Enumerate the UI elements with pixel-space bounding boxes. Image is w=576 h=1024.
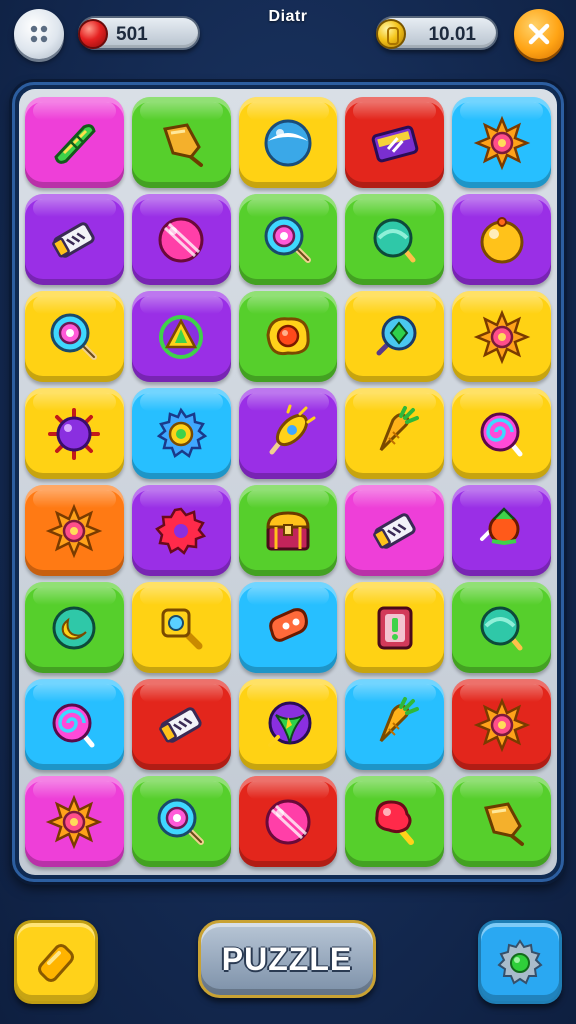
level-title: Diatr [268, 8, 308, 25]
puzzle-board [19, 89, 557, 875]
swirl-pop-icon [472, 404, 532, 464]
board-tile[interactable] [345, 194, 445, 285]
orange-ball-icon [472, 210, 532, 270]
board-tile[interactable] [345, 291, 445, 382]
treasure-chest-icon [258, 501, 318, 561]
puzzle-button-label: PUZZLE [221, 941, 353, 977]
menu-button[interactable] [14, 9, 64, 59]
board-tile[interactable] [452, 776, 551, 867]
sun-flower-icon [472, 695, 532, 755]
moon-orb-icon [44, 598, 104, 658]
board-tile[interactable] [238, 388, 338, 479]
sun-flower-icon [472, 113, 532, 173]
close-button[interactable] [514, 9, 564, 59]
carrot-candy-icon [365, 695, 425, 755]
settings-button[interactable] [478, 920, 562, 1004]
lives-value: 501 [116, 24, 148, 45]
board-tile[interactable] [452, 388, 551, 479]
candy-bar-icon [44, 210, 104, 270]
board-tile[interactable] [25, 388, 124, 479]
candy-icon [38, 944, 74, 982]
board-tile[interactable] [25, 776, 124, 867]
board-tile[interactable] [452, 291, 551, 382]
sun-flower-icon [44, 501, 104, 561]
top-hud: 501 Diatr 10.01 [0, 0, 576, 70]
board-tile[interactable] [25, 194, 124, 285]
board-tile[interactable] [345, 388, 445, 479]
board-tile[interactable] [452, 97, 551, 188]
carrot-candy-icon [365, 404, 425, 464]
board-tile[interactable] [452, 582, 551, 673]
board-tile[interactable] [131, 388, 231, 479]
board-tile[interactable] [25, 679, 124, 770]
orange-blob-icon [258, 307, 318, 367]
board-tile[interactable] [238, 485, 338, 576]
gear-ring-icon [151, 404, 211, 464]
board-tile[interactable] [25, 97, 124, 188]
board-tile[interactable] [452, 194, 551, 285]
board-tile[interactable] [238, 194, 338, 285]
board-tile[interactable] [238, 776, 338, 867]
puzzle-button[interactable]: PUZZLE [198, 920, 376, 998]
board-tile[interactable] [345, 485, 445, 576]
gummy-bear-icon [258, 598, 318, 658]
board-tile[interactable] [25, 582, 124, 673]
red-gem-icon [78, 19, 108, 49]
board-tile[interactable] [131, 485, 231, 576]
candy-box-icon [365, 113, 425, 173]
triangle-gem-icon [151, 307, 211, 367]
menu-dots-icon [30, 25, 48, 43]
round-candy-icon [365, 210, 425, 270]
spiky-ball-icon [44, 404, 104, 464]
coins-value: 10.01 [428, 24, 476, 45]
board-tile[interactable] [131, 97, 231, 188]
board-tile[interactable] [131, 194, 231, 285]
sun-flower-icon [44, 792, 104, 852]
lives-counter: 501 [78, 16, 200, 50]
round-candy-icon [472, 598, 532, 658]
swirl-pop-icon [44, 695, 104, 755]
striped-ball-icon [151, 210, 211, 270]
board-tile[interactable] [238, 582, 338, 673]
gem-arrow-icon [151, 113, 211, 173]
candy-bar-icon [151, 695, 211, 755]
gem-arrow-icon [472, 792, 532, 852]
red-gear-icon [151, 501, 211, 561]
board-tile[interactable] [131, 776, 231, 867]
lollipop-icon [151, 792, 211, 852]
turtle-candy-icon [472, 501, 532, 561]
ice-cream-icon [365, 792, 425, 852]
board-tile[interactable] [25, 291, 124, 382]
board-tile[interactable] [345, 776, 445, 867]
striped-ball-icon [258, 792, 318, 852]
board-tile[interactable] [238, 679, 338, 770]
coins-counter: 10.01 [376, 16, 498, 50]
board-tile[interactable] [345, 97, 445, 188]
block-candy-icon [365, 598, 425, 658]
board-tile[interactable] [345, 582, 445, 673]
board-tile[interactable] [452, 679, 551, 770]
candy-button[interactable] [14, 920, 98, 1004]
gem-wand-icon [365, 307, 425, 367]
sun-flower-icon [472, 307, 532, 367]
lollipop-icon [258, 210, 318, 270]
pearl-ball-icon [258, 113, 318, 173]
candy-bar-icon [365, 501, 425, 561]
board-tile[interactable] [131, 582, 231, 673]
close-icon [528, 23, 550, 45]
board-tile[interactable] [345, 679, 445, 770]
rocket-candy-icon [258, 404, 318, 464]
board-tile[interactable] [131, 679, 231, 770]
board-tile[interactable] [452, 485, 551, 576]
coin-icon [376, 19, 406, 49]
magnifier-icon [151, 598, 211, 658]
board-tile[interactable] [25, 485, 124, 576]
leaf-tag-icon [44, 113, 104, 173]
board-tile[interactable] [238, 291, 338, 382]
board-tile[interactable] [131, 291, 231, 382]
lollipop-icon [44, 307, 104, 367]
settings-gear-icon [497, 939, 543, 985]
board-tile[interactable] [238, 97, 338, 188]
star-orb-icon [258, 695, 318, 755]
